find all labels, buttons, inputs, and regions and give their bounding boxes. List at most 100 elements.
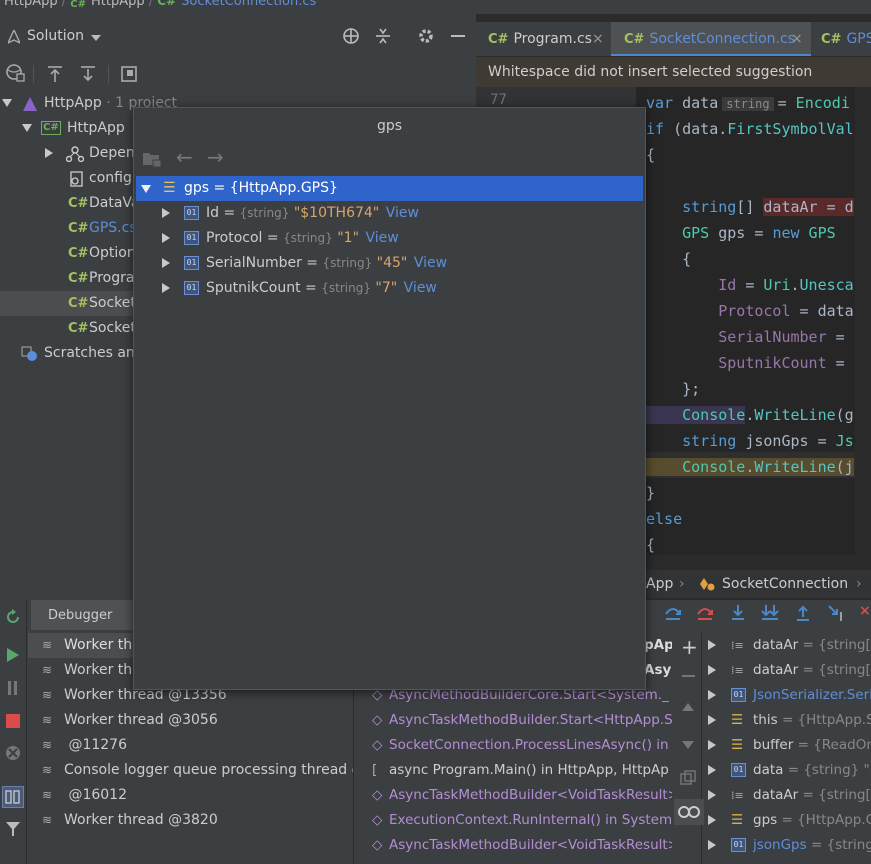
popup-title[interactable]: gps — [134, 118, 645, 134]
filter-icon[interactable] — [5, 821, 21, 837]
expand-icon[interactable] — [708, 715, 716, 725]
back-arrow-icon[interactable]: ← — [176, 145, 193, 169]
thread-item[interactable]: ≋ @16012 — [28, 783, 353, 808]
gear-icon[interactable] — [417, 27, 435, 45]
nav-breadcrumb-class[interactable]: SocketConnection — [722, 570, 848, 598]
tree-item-label: Depen — [89, 145, 135, 161]
push-down-icon[interactable] — [79, 65, 97, 83]
expand-icon[interactable] — [708, 840, 716, 850]
breadcrumb-item-project[interactable]: HttpApp — [91, 0, 145, 9]
remove-watch-icon[interactable] — [682, 675, 695, 677]
tab-gps[interactable]: C# GPS — [811, 22, 871, 56]
expand-icon[interactable] — [708, 765, 716, 775]
force-step-over-icon[interactable] — [696, 604, 714, 622]
variable-item[interactable]: ☰ gps = {HttpApp.G — [703, 808, 871, 833]
step-over-icon[interactable] — [664, 604, 682, 622]
frame-item[interactable]: ◇ SocketConnection.ProcessLinesAsync() in — [354, 733, 672, 758]
frame-item[interactable]: ◇ AsyncTaskMethodBuilder<VoidTaskResult> — [354, 833, 672, 858]
step-into-icon[interactable] — [729, 604, 747, 622]
mute-breakpoints-icon[interactable] — [5, 745, 21, 761]
chevron-down-icon[interactable] — [91, 35, 101, 41]
frame-item[interactable]: [async Program.Main() in HttpApp, HttpAp — [354, 758, 672, 783]
variable-item[interactable]: 01 JsonSerializer.Seri — [703, 683, 871, 708]
crosshair-icon[interactable] — [342, 27, 360, 45]
move-up-icon[interactable] — [682, 703, 694, 711]
tab-socketconnection[interactable]: C# SocketConnection.cs × — [611, 22, 811, 56]
editor-tabs: C# Program.cs × C# SocketConnection.cs × C… — [476, 22, 871, 57]
add-watch-icon[interactable]: + — [681, 637, 698, 657]
popup-toolbar: ← → — [134, 145, 645, 172]
expand-icon[interactable] — [708, 740, 716, 750]
nav-breadcrumb-app[interactable]: App — [646, 570, 673, 598]
collapse-icon[interactable] — [45, 148, 53, 158]
stop-icon[interactable] — [6, 714, 20, 728]
variable-item[interactable]: ⁞≡dataAr = {string[]} — [703, 658, 871, 683]
collapse-all-icon[interactable] — [374, 27, 392, 45]
expand-icon[interactable] — [22, 124, 32, 132]
line-number: 77 — [490, 92, 507, 108]
expand-icon[interactable] — [162, 208, 170, 218]
glasses-icon[interactable] — [674, 799, 704, 825]
folder-icon[interactable] — [142, 150, 162, 168]
variable-item[interactable]: 01data = {string} "$1 — [703, 758, 871, 783]
view-link[interactable]: View — [365, 230, 398, 246]
expand-icon[interactable] — [162, 283, 170, 293]
solution-title[interactable]: Solution — [27, 28, 84, 44]
breadcrumb-item-file[interactable]: SocketConnection.cs — [181, 0, 316, 9]
step-out-icon[interactable] — [794, 604, 812, 622]
frame-item[interactable]: ◇ AsyncTaskMethodBuilder.Start<HttpApp.S — [354, 708, 672, 733]
rerun-icon[interactable] — [5, 609, 21, 625]
popup-field-item[interactable]: 01 Id = {string} "$10TH674" View — [134, 201, 645, 226]
duplicate-watch-icon[interactable] — [680, 770, 696, 786]
resume-icon[interactable] — [7, 648, 19, 662]
variable-item[interactable]: 01jsonGps = {string} — [703, 833, 871, 858]
breadcrumb-item-solution[interactable]: HttpApp — [4, 0, 58, 9]
editor-scrollbar[interactable] — [855, 87, 871, 555]
expand-icon[interactable] — [2, 99, 12, 107]
close-icon[interactable]: × — [859, 603, 871, 619]
thread-item[interactable]: ≋ Worker thread @3056 — [28, 708, 353, 733]
csharp-file-icon: C# — [488, 32, 509, 47]
forward-arrow-icon[interactable]: → — [207, 145, 224, 169]
close-icon[interactable]: × — [592, 22, 604, 56]
move-down-icon[interactable] — [682, 741, 694, 749]
view-link[interactable]: View — [414, 255, 447, 271]
tab-program[interactable]: C# Program.cs × — [476, 22, 611, 56]
popup-field-item[interactable]: 01 SputnikCount = {string} "7" View — [134, 276, 645, 301]
popup-field-item[interactable]: 01 Protocol = {string} "1" View — [134, 226, 645, 251]
expand-icon[interactable] — [708, 640, 716, 650]
expand-icon[interactable] — [708, 815, 716, 825]
popup-root-item[interactable]: ☰ gps = {HttpApp.GPS} — [136, 176, 643, 201]
push-up-icon[interactable] — [46, 65, 64, 83]
frame-item[interactable]: ◇ AsyncTaskMethodBuilder<VoidTaskResult> — [354, 783, 672, 808]
pause-icon[interactable] — [7, 681, 19, 695]
variable-item[interactable]: ☰ buffer = {ReadOnl — [703, 733, 871, 758]
primitive-icon: 01 — [184, 231, 199, 245]
step-into-my-code-icon[interactable] — [760, 604, 780, 622]
expand-icon[interactable] — [708, 790, 716, 800]
minimize-icon[interactable] — [451, 35, 465, 37]
thread-item[interactable]: ≋ @11276 — [28, 733, 353, 758]
layout-icon[interactable] — [2, 786, 24, 808]
csharp-file-icon: C# — [68, 221, 89, 236]
thread-item[interactable]: ≋ Worker thread @3820 — [28, 808, 353, 833]
view-link[interactable]: View — [404, 280, 437, 296]
gps-inspector-popup[interactable]: gps ← → ☰ gps = {HttpApp.GPS} 01 Id = {s… — [133, 107, 646, 690]
variable-item[interactable]: ☰this = {HttpApp.So — [703, 708, 871, 733]
popup-field-item[interactable]: 01 SerialNumber = {string} "45" View — [134, 251, 645, 276]
thread-item[interactable]: ≋ Console logger queue processing thread … — [28, 758, 353, 783]
preview-icon[interactable] — [120, 65, 138, 83]
run-to-cursor-icon[interactable] — [827, 604, 845, 622]
expand-icon[interactable] — [708, 690, 716, 700]
expand-icon[interactable] — [162, 233, 170, 243]
expand-icon[interactable] — [141, 185, 151, 193]
globe-icon[interactable] — [5, 64, 25, 82]
expand-icon[interactable] — [162, 258, 170, 268]
close-icon[interactable]: × — [791, 22, 803, 56]
variable-item[interactable]: ⁞≡dataAr = {string[]} — [703, 783, 871, 808]
view-link[interactable]: View — [386, 205, 419, 221]
frame-item[interactable]: ◇ ExecutionContext.RunInternal() in Syste… — [354, 808, 672, 833]
variable-item[interactable]: ⁞≡dataAr = {string[]} — [703, 633, 871, 658]
breadcrumb: HttpApp / C# HttpApp / C# SocketConnection… — [0, 0, 871, 14]
expand-icon[interactable] — [708, 665, 716, 675]
